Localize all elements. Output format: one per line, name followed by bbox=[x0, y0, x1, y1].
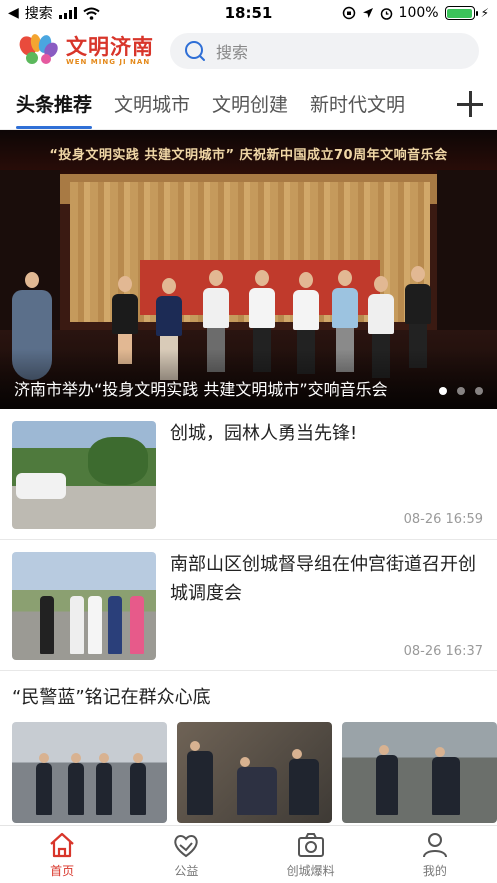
add-tab-icon[interactable] bbox=[457, 91, 483, 117]
orientation-lock-icon bbox=[342, 6, 355, 20]
gallery-photo[interactable] bbox=[12, 722, 167, 823]
location-icon bbox=[362, 8, 373, 18]
speaker-right bbox=[437, 170, 497, 350]
heart-hands-icon bbox=[174, 834, 199, 857]
home-icon bbox=[50, 832, 74, 857]
stage-banner-text: “投身文明实践 共建文明城市” 庆祝新中国成立70周年文响音乐会 bbox=[49, 148, 448, 163]
nav-charity[interactable]: 公益 bbox=[124, 826, 248, 883]
banner-caption: 济南市举办“投身文明实践 共建文明城市”交响音乐会 bbox=[14, 380, 388, 399]
wifi-icon bbox=[83, 7, 100, 20]
nav-report[interactable]: 创城爆料 bbox=[249, 826, 373, 883]
gallery-photo[interactable] bbox=[342, 722, 497, 823]
carousel-dot[interactable] bbox=[439, 387, 447, 395]
gallery-photos[interactable] bbox=[12, 722, 497, 823]
carousel-dots bbox=[439, 387, 483, 395]
search-icon bbox=[185, 41, 205, 61]
logo-pinyin: WEN MING JI NAN bbox=[66, 58, 151, 66]
carousel-dot[interactable] bbox=[457, 387, 465, 395]
tab-civilized-creation[interactable]: 文明创建 bbox=[212, 78, 288, 130]
category-tabs: 头条推荐 文明城市 文明创建 新时代文明 bbox=[0, 78, 497, 130]
news-time: 08-26 16:59 bbox=[403, 512, 483, 527]
tab-headline[interactable]: 头条推荐 bbox=[16, 78, 93, 130]
carousel-dot[interactable] bbox=[475, 387, 483, 395]
tab-civilized-city[interactable]: 文明城市 bbox=[114, 78, 190, 130]
gallery-title[interactable]: “民警蓝”铭记在群众心底 bbox=[12, 683, 211, 709]
nav-label: 创城爆料 bbox=[286, 863, 335, 878]
status-bar: ◀ 搜索 18:51 100% ⚡ bbox=[0, 0, 497, 26]
nav-label: 公益 bbox=[174, 863, 199, 878]
battery-percent: 100% bbox=[398, 5, 439, 21]
news-time: 08-26 16:37 bbox=[403, 644, 483, 659]
news-title: 创城，园林人勇当先锋! bbox=[170, 423, 358, 444]
app-header: 文明济南 WEN MING JI NAN 搜索 bbox=[0, 26, 497, 76]
news-item[interactable]: 南部山区创城督导组在仲宫街道召开创城调度会 08-26 16:37 bbox=[0, 540, 497, 671]
battery-icon bbox=[444, 6, 478, 20]
charging-icon: ⚡ bbox=[480, 6, 489, 20]
gallery-photo[interactable] bbox=[177, 722, 332, 823]
nav-label: 我的 bbox=[422, 863, 447, 878]
alarm-icon bbox=[380, 7, 392, 20]
nav-label: 首页 bbox=[50, 863, 75, 878]
user-icon bbox=[422, 832, 447, 857]
banner-carousel[interactable]: “投身文明实践 共建文明城市” 庆祝新中国成立70周年文响音乐会 济南市举办“投… bbox=[0, 130, 497, 409]
nav-home[interactable]: 首页 bbox=[0, 826, 124, 883]
app-logo: 文明济南 WEN MING JI NAN bbox=[18, 34, 158, 68]
news-thumbnail bbox=[12, 552, 156, 660]
butterfly-logo-icon bbox=[19, 34, 58, 64]
bottom-nav: 首页 公益 创城爆料 我的 bbox=[0, 825, 497, 883]
back-arrow-icon[interactable]: ◀ bbox=[8, 5, 19, 21]
search-bar[interactable]: 搜索 bbox=[170, 33, 479, 69]
tab-new-era-civilization[interactable]: 新时代文明 bbox=[310, 78, 405, 130]
camera-icon bbox=[297, 832, 324, 857]
news-title: 南部山区创城督导组在仲宫街道召开创城调度会 bbox=[170, 554, 476, 604]
cell-signal-icon bbox=[58, 7, 77, 19]
logo-title: 文明济南 bbox=[66, 34, 154, 59]
nav-profile[interactable]: 我的 bbox=[373, 826, 497, 883]
news-item[interactable]: 创城，园林人勇当先锋! 08-26 16:59 bbox=[0, 409, 497, 540]
back-app-label[interactable]: 搜索 bbox=[25, 3, 53, 23]
search-placeholder: 搜索 bbox=[216, 43, 249, 62]
news-thumbnail bbox=[12, 421, 156, 529]
